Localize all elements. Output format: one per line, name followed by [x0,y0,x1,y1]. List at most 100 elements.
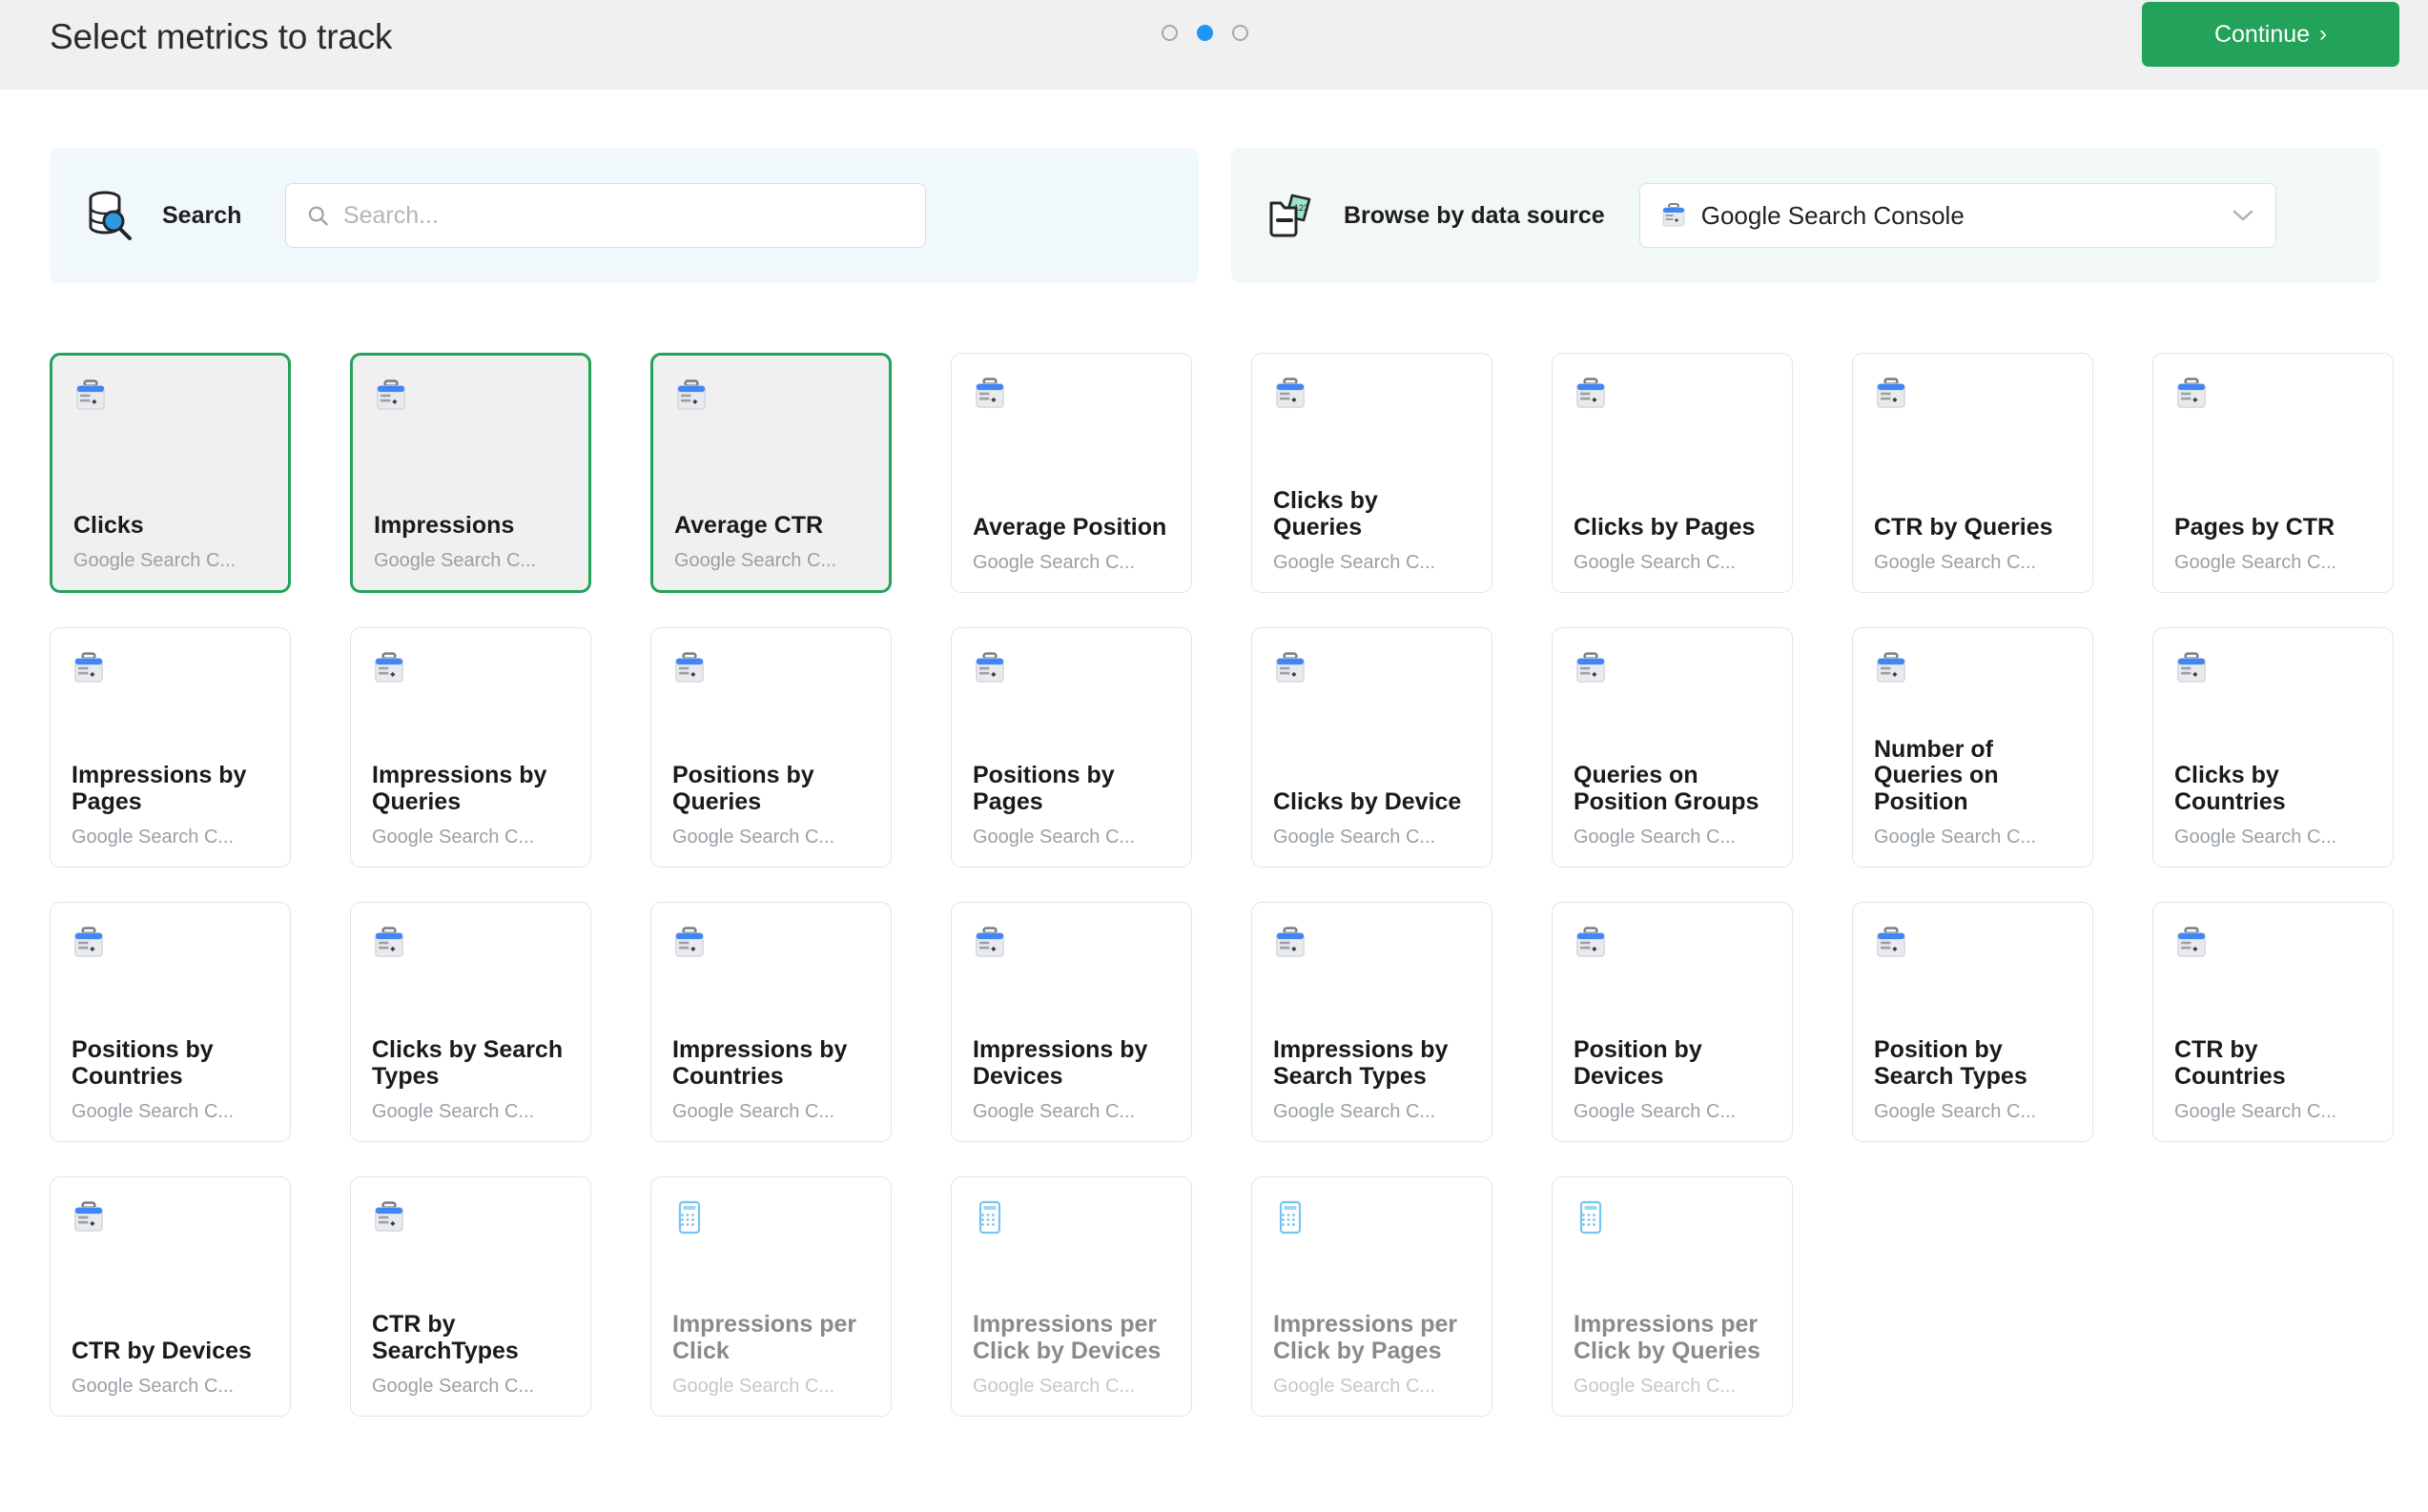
metric-source: Google Search C... [1273,1101,1436,1122]
gsc-icon [1576,378,1605,408]
metric-card[interactable]: Clicks Google Search C... [50,353,291,593]
metric-card-body: Impressions per Click by Pages Google Sea… [1273,1311,1471,1397]
metric-card[interactable]: CTR by SearchTypes Google Search C... [350,1176,591,1417]
metric-source: Google Search C... [1574,552,1737,573]
metric-source: Google Search C... [1574,1101,1737,1122]
metric-title: Pages by CTR [2174,513,2335,541]
search-panel-label: Search [162,201,242,229]
search-icon [309,206,329,225]
gsc-icon [2177,378,2206,408]
chevron-down-icon[interactable] [2232,209,2254,222]
metric-card[interactable]: Clicks by Device Google Search C... [1251,627,1492,868]
metric-source: Google Search C... [1574,1376,1737,1397]
metric-card[interactable]: Impressions by Countries Google Search C.… [650,902,892,1142]
metric-title: CTR by Countries [2174,1036,2286,1090]
data-source-selected-value: Google Search Console [1700,200,1965,230]
metric-card[interactable]: Impressions by Queries Google Search C... [350,627,591,868]
search-input[interactable] [342,201,905,230]
filter-panels: Search 123 Browse by data source [50,148,2380,283]
metric-card[interactable]: Clicks by Search Types Google Search C... [350,902,591,1142]
metric-card-body: CTR by Devices Google Search C... [72,1338,269,1397]
metric-source: Google Search C... [1874,1101,2037,1122]
metric-source: Google Search C... [672,1376,835,1397]
gsc-icon [375,652,403,683]
metric-source: Google Search C... [672,1101,835,1122]
metric-title: Average Position [973,513,1167,541]
metric-card-body: Clicks by Queries Google Search C... [1273,487,1471,573]
metric-title: Impressions by Pages [72,762,247,815]
step-dot-2[interactable] [1197,25,1213,41]
metric-card-body: Positions by Pages Google Search C... [973,762,1170,848]
metric-card[interactable]: Queries on Position Groups Google Search … [1552,627,1793,868]
metric-card-body: CTR by SearchTypes Google Search C... [372,1311,569,1397]
gsc-icon [375,927,403,957]
metric-card-body: Impressions by Search Types Google Search… [1273,1036,1471,1122]
metric-card-body: Impressions per Click by Devices Google S… [973,1311,1170,1397]
search-panel: Search [50,148,1199,283]
metric-card[interactable]: CTR by Countries Google Search C... [2152,902,2394,1142]
gsc-icon [1877,378,1905,408]
database-search-icon [82,188,137,243]
metric-card[interactable]: Positions by Pages Google Search C... [951,627,1192,868]
continue-button[interactable]: Continue › [2142,2,2399,67]
metric-card[interactable]: Impressions Google Search C... [350,353,591,593]
metric-card-body: Impressions by Pages Google Search C... [72,762,269,848]
metric-source: Google Search C... [372,1101,535,1122]
metric-card[interactable]: Impressions by Devices Google Search C... [951,902,1192,1142]
metric-card-body: Clicks by Pages Google Search C... [1574,514,1771,573]
metric-title: Impressions per Click [672,1311,857,1364]
metric-title: Impressions per Click by Queries [1574,1311,1760,1364]
metric-card[interactable]: Impressions by Search Types Google Search… [1251,902,1492,1142]
metric-card[interactable]: Pages by CTR Google Search C... [2152,353,2394,593]
metric-card[interactable]: Number of Queries on Position Google Sear… [1852,627,2093,868]
metric-card[interactable]: Impressions by Pages Google Search C... [50,627,291,868]
metric-source: Google Search C... [1874,552,2037,573]
metric-card: Impressions per Click Google Search C... [650,1176,892,1417]
metric-source: Google Search C... [1874,827,2037,848]
metric-source: Google Search C... [1273,827,1436,848]
chevron-right-icon: › [2319,21,2328,47]
metric-card[interactable]: CTR by Queries Google Search C... [1852,353,2093,593]
gsc-icon [1576,652,1605,683]
metric-source: Google Search C... [372,1376,535,1397]
search-box[interactable] [285,183,927,248]
metric-title: Clicks by Queries [1273,487,1378,541]
metric-card[interactable]: Clicks by Queries Google Search C... [1251,353,1492,593]
metric-source: Google Search C... [72,1101,235,1122]
metric-source: Google Search C... [674,550,837,571]
metric-title: Positions by Queries [672,762,814,815]
calculator-icon [1279,1200,1302,1235]
metric-source: Google Search C... [672,827,835,848]
metric-card-body: Positions by Countries Google Search C... [72,1036,269,1122]
metric-title: Queries on Position Groups [1574,762,1759,815]
step-dot-1[interactable] [1162,25,1178,41]
metric-card-body: Position by Devices Google Search C... [1574,1036,1771,1122]
metric-source: Google Search C... [2174,827,2337,848]
metric-card[interactable]: Clicks by Countries Google Search C... [2152,627,2394,868]
metric-card-body: Average CTR Google Search C... [674,511,868,571]
step-dot-3[interactable] [1232,25,1248,41]
metric-title: Number of Queries on Position [1874,735,1999,815]
metric-source: Google Search C... [973,552,1136,573]
metric-title: Clicks by Device [1273,787,1462,815]
metric-card-body: Average Position Google Search C... [973,513,1170,573]
metric-title: Average CTR [674,511,824,539]
calculator-icon [978,1200,1001,1235]
metric-card[interactable]: Positions by Queries Google Search C... [650,627,892,868]
metric-card[interactable]: Position by Search Types Google Search C.… [1852,902,2093,1142]
metric-card[interactable]: Average Position Google Search C... [951,353,1192,593]
metric-source: Google Search C... [2174,552,2337,573]
metric-card[interactable]: Clicks by Pages Google Search C... [1552,353,1793,593]
metric-card[interactable]: Average CTR Google Search C... [650,353,892,593]
calculator-icon [1579,1200,1602,1235]
metric-card: Impressions per Click by Pages Google Sea… [1251,1176,1492,1417]
metric-card[interactable]: CTR by Devices Google Search C... [50,1176,291,1417]
data-source-select[interactable]: Google Search Console [1638,183,2276,248]
metric-card: Impressions per Click by Devices Google S… [951,1176,1192,1417]
metric-card[interactable]: Position by Devices Google Search C... [1552,902,1793,1142]
metric-card-body: Clicks Google Search C... [73,512,267,571]
gsc-icon [375,1201,403,1232]
gsc-icon [675,652,704,683]
metric-card-body: Impressions by Countries Google Search C.… [672,1036,870,1122]
metric-card[interactable]: Positions by Countries Google Search C... [50,902,291,1142]
